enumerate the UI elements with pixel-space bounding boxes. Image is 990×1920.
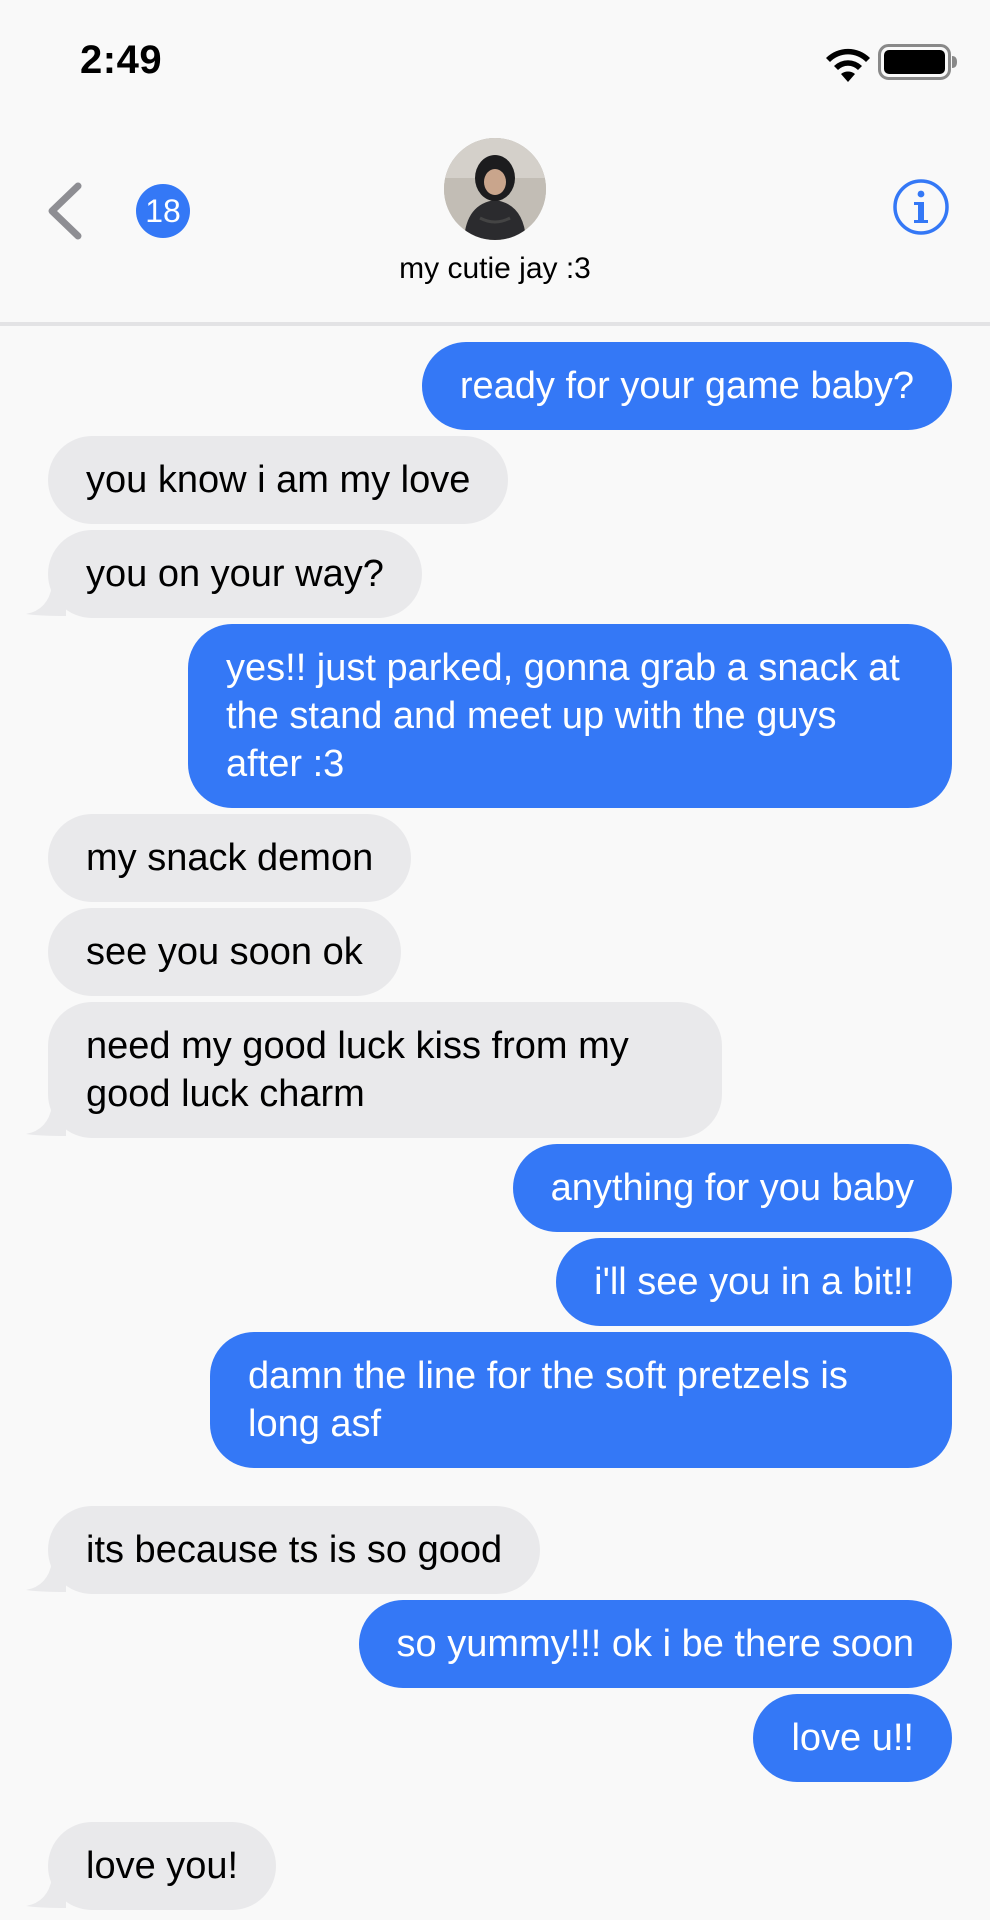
chevron-left-icon: [48, 182, 82, 240]
conversation-header: 18 my cutie jay :3: [0, 110, 990, 326]
status-bar: 2:49: [0, 0, 990, 110]
message-bubble-sent[interactable]: ready for your game baby?: [421, 342, 952, 430]
message-bubble-sent[interactable]: love u!!: [753, 1694, 952, 1782]
unread-count-badge: 18: [136, 184, 190, 238]
message-bubble-received[interactable]: see you soon ok: [48, 908, 401, 996]
message-bubble-sent[interactable]: anything for you baby: [512, 1144, 952, 1232]
avatar-photo: [444, 138, 546, 240]
message-bubble-received[interactable]: its because ts is so good: [48, 1506, 541, 1594]
bubble-tail: [26, 1106, 66, 1136]
contact-avatar[interactable]: [444, 138, 546, 240]
back-button[interactable]: 18: [44, 176, 190, 246]
message-bubble-received[interactable]: need my good luck kiss from my good luck…: [48, 1002, 722, 1138]
message-bubble-received[interactable]: you on your way?: [48, 530, 422, 618]
battery-icon: [878, 44, 957, 80]
info-icon[interactable]: [892, 178, 950, 236]
message-bubble-received[interactable]: love you!: [48, 1822, 277, 1910]
message-bubble-sent[interactable]: so yummy!!! ok i be there soon: [358, 1600, 952, 1688]
contact-name[interactable]: my cutie jay :3: [0, 252, 990, 286]
status-time: 2:49: [80, 38, 163, 82]
bubble-tail: [26, 1562, 66, 1592]
message-bubble-sent[interactable]: damn the line for the soft pretzels is l…: [210, 1332, 952, 1468]
bubble-tail: [26, 1878, 66, 1908]
message-bubble-received[interactable]: you know i am my love: [48, 436, 509, 524]
wifi-icon: [826, 48, 870, 82]
message-bubble-received[interactable]: my snack demon: [48, 814, 412, 902]
message-bubble-sent[interactable]: yes!! just parked, gonna grab a snack at…: [188, 624, 952, 808]
bubble-tail: [26, 586, 66, 616]
message-bubble-sent[interactable]: i'll see you in a bit!!: [556, 1238, 952, 1326]
